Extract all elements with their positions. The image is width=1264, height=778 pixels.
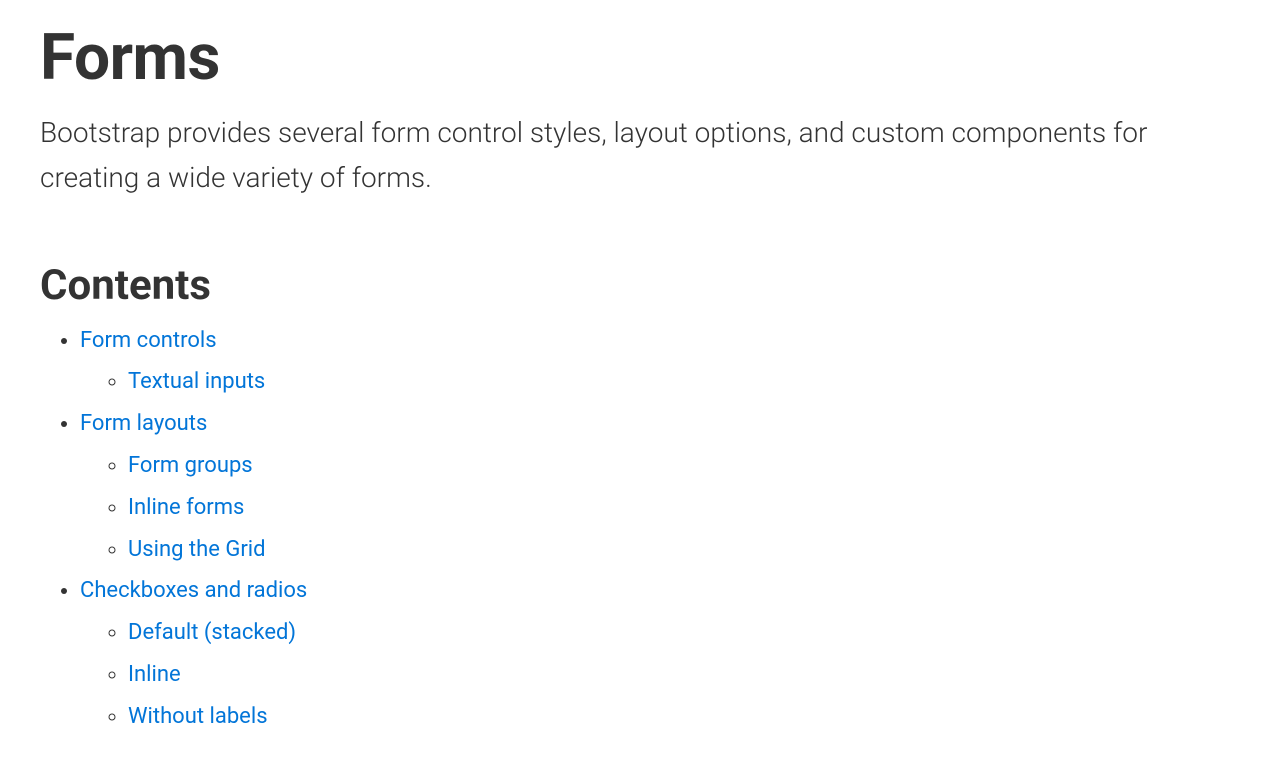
toc-link-inline-forms[interactable]: Inline forms (128, 495, 244, 520)
contents-heading: Contents (40, 261, 1220, 310)
toc-subitem: Using the Grid (128, 529, 1220, 571)
toc-item: Form controls Textual inputs (80, 320, 1220, 404)
toc-sublist: Form groups Inline forms Using the Grid (80, 445, 1220, 570)
page-title: Forms (40, 20, 1220, 95)
toc-subitem: Form groups (128, 445, 1220, 487)
page-lead: Bootstrap provides several form control … (40, 111, 1190, 201)
toc-link-textual-inputs[interactable]: Textual inputs (128, 369, 265, 394)
toc-item: Checkboxes and radios Default (stacked) … (80, 570, 1220, 737)
toc-link-inline[interactable]: Inline (128, 662, 181, 687)
toc-link-form-controls[interactable]: Form controls (80, 328, 217, 353)
toc-link-using-the-grid[interactable]: Using the Grid (128, 537, 266, 562)
toc-link-default-stacked[interactable]: Default (stacked) (128, 620, 296, 645)
toc-item: Form layouts Form groups Inline forms Us… (80, 403, 1220, 570)
toc-link-form-layouts[interactable]: Form layouts (80, 411, 207, 436)
toc-list: Form controls Textual inputs Form layout… (40, 320, 1220, 738)
page-container: Forms Bootstrap provides several form co… (0, 0, 1260, 778)
toc-subitem: Inline (128, 654, 1220, 696)
toc-link-form-groups[interactable]: Form groups (128, 453, 253, 478)
toc-subitem: Textual inputs (128, 361, 1220, 403)
toc-sublist: Default (stacked) Inline Without labels (80, 612, 1220, 737)
toc-link-checkboxes-and-radios[interactable]: Checkboxes and radios (80, 578, 307, 603)
toc-sublist: Textual inputs (80, 361, 1220, 403)
toc-subitem: Without labels (128, 696, 1220, 738)
toc-link-without-labels[interactable]: Without labels (128, 704, 268, 729)
toc-subitem: Inline forms (128, 487, 1220, 529)
toc-subitem: Default (stacked) (128, 612, 1220, 654)
